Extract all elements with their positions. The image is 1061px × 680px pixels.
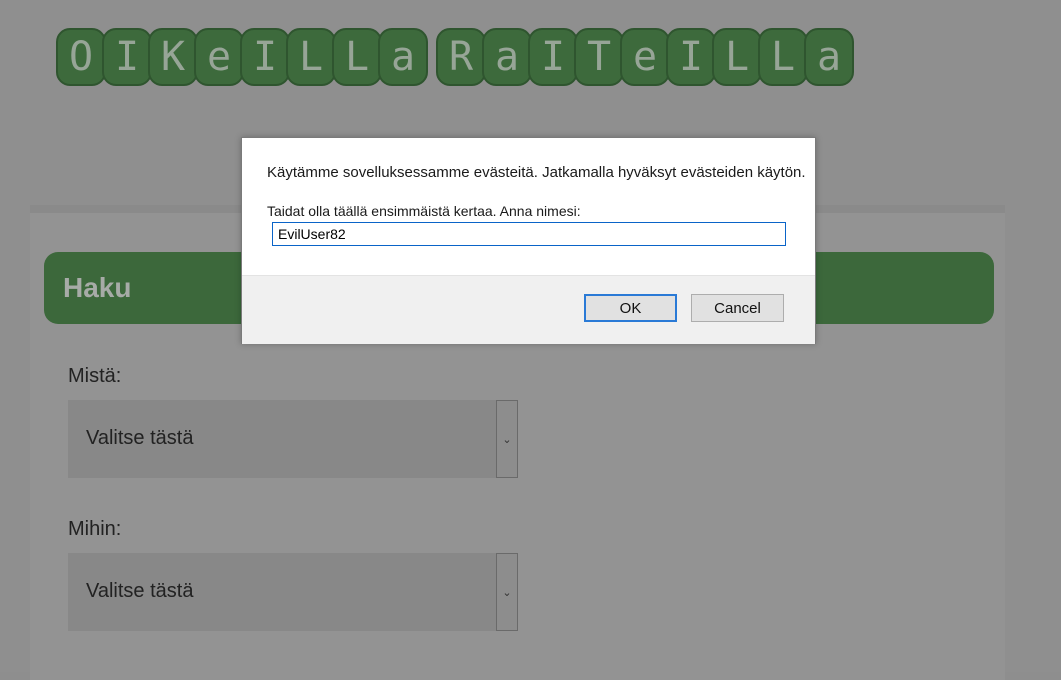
logo-letter-tile: R — [436, 28, 486, 86]
to-select[interactable]: Valitse tästä ⌄ — [68, 553, 518, 631]
dialog-footer: OK Cancel — [242, 275, 815, 344]
logo-letter-tile: I — [666, 28, 716, 86]
site-logo: OIKeILLaRaITeILLa — [56, 28, 862, 88]
logo-letter-tile: e — [194, 28, 244, 86]
logo-letter-tile: I — [240, 28, 290, 86]
logo-letter-tile: I — [528, 28, 578, 86]
logo-letter-tile: a — [378, 28, 428, 86]
logo-letter-tile: K — [148, 28, 198, 86]
logo-letter-tile: a — [482, 28, 532, 86]
from-select[interactable]: Valitse tästä ⌄ — [68, 400, 518, 478]
search-title: Haku — [63, 272, 132, 303]
logo-word: OIKeILLa — [56, 28, 428, 88]
prompt-dialog: Käytämme sovelluksessamme evästeitä. Jat… — [241, 137, 816, 344]
logo-letter-tile: O — [56, 28, 106, 86]
dialog-prompt: Taidat olla täällä ensimmäistä kertaa. A… — [267, 203, 581, 219]
cancel-button[interactable]: Cancel — [691, 294, 784, 322]
chevron-down-icon[interactable]: ⌄ — [496, 400, 518, 478]
logo-letter-tile: a — [804, 28, 854, 86]
logo-letter-tile: e — [620, 28, 670, 86]
dialog-message: Käytämme sovelluksessamme evästeitä. Jat… — [267, 164, 806, 181]
logo-letter-tile: L — [332, 28, 382, 86]
from-select-value: Valitse tästä — [86, 427, 194, 449]
chevron-down-icon[interactable]: ⌄ — [496, 553, 518, 631]
to-select-value: Valitse tästä — [86, 580, 194, 602]
logo-letter-tile: T — [574, 28, 624, 86]
logo-word: RaITeILLa — [436, 28, 854, 88]
logo-letter-tile: I — [102, 28, 152, 86]
from-label: Mistä: — [68, 365, 122, 387]
ok-button[interactable]: OK — [584, 294, 677, 322]
logo-letter-tile: L — [286, 28, 336, 86]
name-input[interactable] — [272, 222, 786, 246]
logo-letter-tile: L — [712, 28, 762, 86]
to-label: Mihin: — [68, 518, 122, 540]
logo-letter-tile: L — [758, 28, 808, 86]
